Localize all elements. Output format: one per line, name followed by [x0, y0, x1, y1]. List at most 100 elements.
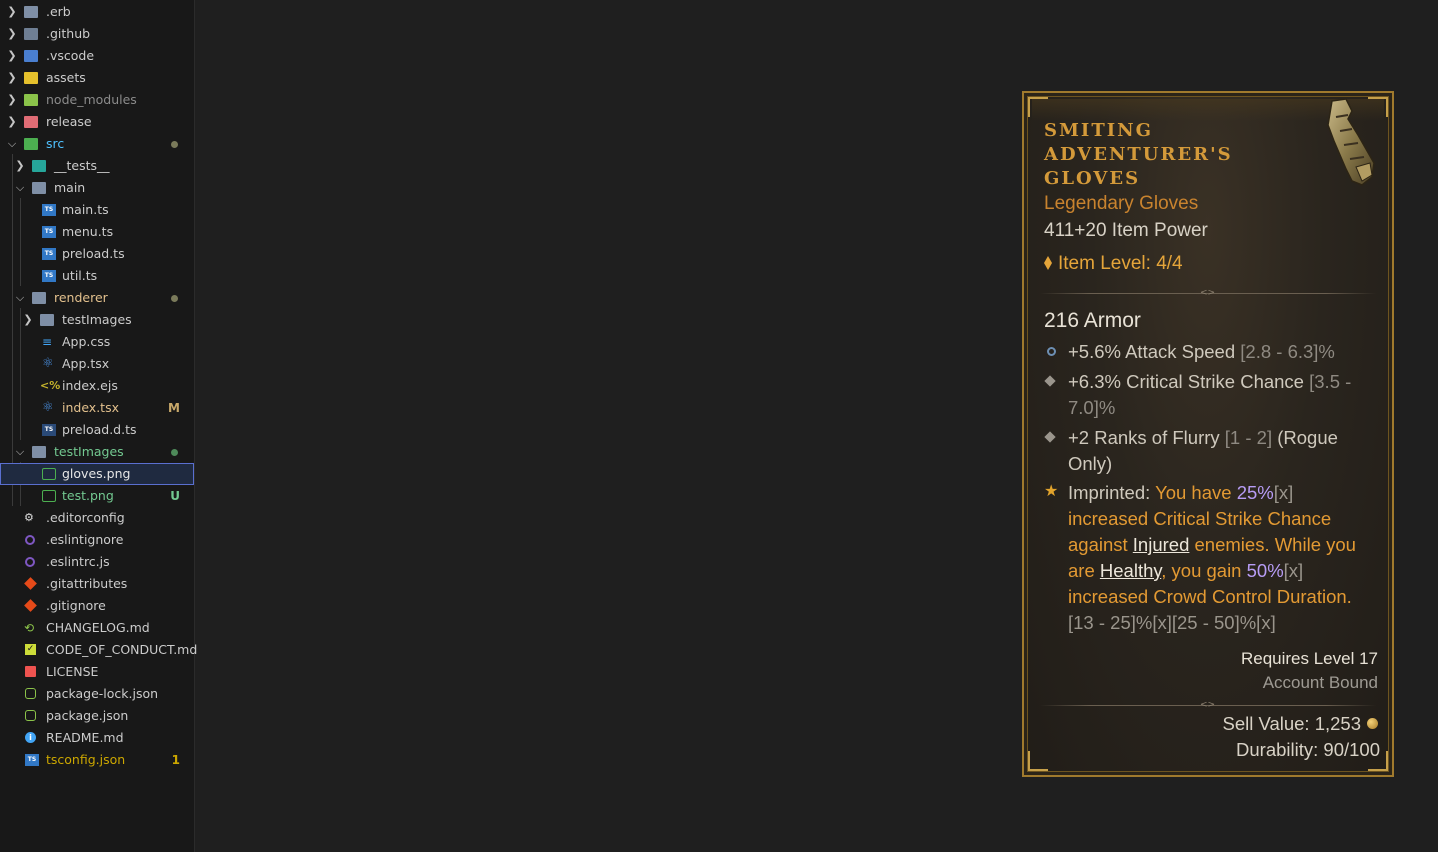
durability: Durability: 90/100 — [1236, 739, 1380, 760]
vscode-folder-icon — [24, 50, 38, 62]
file-explorer: ❯ .erb ❯ .github ❯ .vscode ❯ assets ❯ no… — [0, 0, 197, 852]
folder-open-icon — [32, 182, 46, 194]
imprint-text: , you gain — [1161, 560, 1247, 581]
sell-value: Sell Value: 1,253 — [1222, 713, 1378, 735]
explorer-item-testimages[interactable]: ⌵ testImages — [0, 441, 194, 463]
explorer-item-package-lock[interactable]: package-lock.json — [0, 683, 194, 705]
explorer-item-label: assets — [46, 70, 86, 85]
sell-value-text: Sell Value: 1,253 — [1222, 713, 1361, 734]
chevron-right-icon: ❯ — [7, 93, 17, 106]
explorer-item-eslintrc[interactable]: .eslintrc.js — [0, 551, 194, 573]
explorer-item-code-of-conduct[interactable]: ✓ CODE_OF_CONDUCT.md — [0, 639, 197, 661]
folder-open-icon — [32, 292, 46, 304]
explorer-item-label: .gitignore — [46, 598, 106, 613]
eslint-icon — [25, 535, 35, 545]
explorer-item-label: .github — [46, 26, 91, 41]
explorer-item-github[interactable]: ❯ .github — [0, 23, 194, 45]
explorer-item-index-ejs[interactable]: <% index.ejs — [0, 375, 194, 397]
explorer-item-src[interactable]: ⌵ src — [0, 133, 194, 155]
explorer-item-gloves-png[interactable]: gloves.png — [0, 463, 194, 485]
chevron-down-icon: ⌵ — [15, 445, 25, 458]
gold-coin-icon — [1367, 718, 1378, 729]
explorer-item-license[interactable]: LICENSE — [0, 661, 194, 683]
explorer-item-readme[interactable]: i README.md — [0, 727, 194, 749]
tests-folder-icon — [32, 160, 46, 172]
explorer-item-preload-ts[interactable]: TS preload.ts — [0, 243, 194, 265]
affix-flurry-ranks: +2 Ranks of Flurry [1 - 2] (Rogue Only) — [1068, 425, 1368, 477]
typescript-icon: TS — [42, 226, 56, 238]
explorer-item-label: index.tsx — [62, 400, 119, 415]
explorer-item-app-tsx[interactable]: ⚛ App.tsx — [0, 353, 194, 375]
explorer-item-label: main — [54, 180, 86, 195]
explorer-item-util-ts[interactable]: TS util.ts — [0, 265, 194, 287]
imprint-marker: [x] — [1273, 482, 1294, 503]
modified-dot-icon — [171, 295, 178, 302]
explorer-item-eslintignore[interactable]: .eslintignore — [0, 529, 194, 551]
explorer-item-preload-d-ts[interactable]: TS preload.d.ts — [0, 419, 194, 441]
git-icon — [24, 599, 37, 612]
explorer-item-label: testImages — [54, 444, 124, 459]
section-divider: <> — [1040, 701, 1376, 710]
explorer-item-index-tsx[interactable]: ⚛ index.tsx M — [0, 397, 194, 419]
explorer-item-testimages-renderer[interactable]: ❯ testImages — [0, 309, 194, 331]
folder-open-icon — [32, 446, 46, 458]
explorer-item-changelog[interactable]: ⟲ CHANGELOG.md — [0, 617, 194, 639]
explorer-item-main-ts[interactable]: TS main.ts — [0, 199, 194, 221]
explorer-item-vscode[interactable]: ❯ .vscode — [0, 45, 194, 67]
explorer-item-gitattributes[interactable]: .gitattributes — [0, 573, 194, 595]
explorer-item-renderer[interactable]: ⌵ renderer — [0, 287, 194, 309]
explorer-item-label: .editorconfig — [46, 510, 125, 525]
assets-folder-icon — [24, 72, 38, 84]
folder-icon — [40, 314, 54, 326]
explorer-item-label: src — [46, 136, 65, 151]
modified-dot-icon — [171, 141, 178, 148]
attack-speed-bullet-icon — [1047, 347, 1056, 356]
explorer-item-label: gloves.png — [62, 466, 131, 481]
explorer-item-label: test.png — [62, 488, 114, 503]
explorer-item-label: menu.ts — [62, 224, 114, 239]
explorer-item-label: README.md — [46, 730, 124, 745]
explorer-item-erb[interactable]: ❯ .erb — [0, 1, 194, 23]
chevron-down-icon: ⌵ — [7, 137, 17, 150]
explorer-item-label: preload.ts — [62, 246, 125, 261]
eslint-icon — [25, 557, 35, 567]
image-file-icon — [42, 468, 56, 480]
src-folder-icon — [24, 138, 38, 150]
explorer-item-node-modules[interactable]: ❯ node_modules — [0, 89, 194, 111]
explorer-item-editorconfig[interactable]: ⚙ .editorconfig — [0, 507, 194, 529]
chevron-right-icon: ❯ — [7, 115, 17, 128]
explorer-item-release[interactable]: ❯ release — [0, 111, 194, 133]
chevron-right-icon: ❯ — [7, 49, 17, 62]
github-folder-icon — [24, 28, 38, 40]
nodejs-icon — [25, 688, 36, 699]
react-icon: ⚛ — [42, 356, 54, 371]
chevron-right-icon: ❯ — [7, 5, 17, 18]
changelog-icon: ⟲ — [24, 621, 35, 635]
item-power: 411+20 Item Power — [1044, 220, 1208, 241]
explorer-item-test-png[interactable]: test.png U — [0, 485, 194, 507]
item-name-line: Adventurer's — [1044, 144, 1233, 165]
item-level: Item Level: 4/4 — [1044, 253, 1183, 275]
explorer-item-package-json[interactable]: package.json — [0, 705, 194, 727]
item-tooltip-card: Smiting Adventurer's Gloves Legendary Gl… — [1022, 91, 1394, 777]
explorer-item-label: .gitattributes — [46, 576, 128, 591]
git-modified-badge: M — [168, 401, 180, 415]
imprint-value: 50% — [1246, 560, 1284, 581]
explorer-item-label: .eslintignore — [46, 532, 124, 547]
chevron-down-icon: ⌵ — [15, 291, 25, 304]
explorer-item-label: App.css — [62, 334, 111, 349]
explorer-item-main[interactable]: ⌵ main — [0, 177, 194, 199]
affix-text: +2 Ranks of Flurry — [1068, 427, 1225, 448]
imprint-label: Imprinted: — [1068, 482, 1151, 503]
gloves-icon — [1327, 98, 1375, 186]
imprint-value: 25% — [1236, 482, 1274, 503]
explorer-item-app-css[interactable]: ≡ App.css — [0, 331, 194, 353]
explorer-item-tsconfig[interactable]: TS tsconfig.json 1 — [0, 749, 194, 771]
explorer-item-gitignore[interactable]: .gitignore — [0, 595, 194, 617]
css-icon: ≡ — [42, 335, 53, 349]
explorer-item-tests[interactable]: ❯ __tests__ — [0, 155, 194, 177]
untracked-dot-icon — [171, 449, 178, 456]
ornate-corner — [1028, 751, 1048, 771]
explorer-item-menu-ts[interactable]: TS menu.ts — [0, 221, 194, 243]
explorer-item-assets[interactable]: ❯ assets — [0, 67, 194, 89]
